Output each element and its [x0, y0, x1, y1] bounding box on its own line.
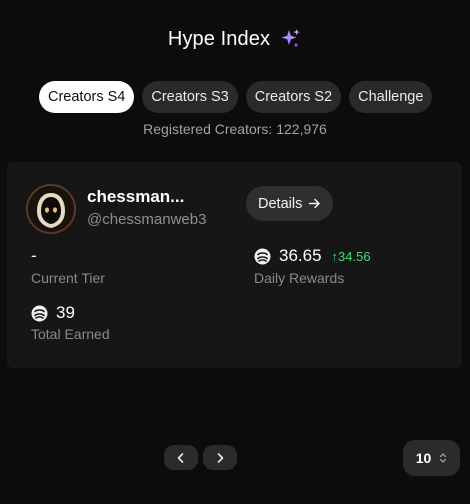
- title-row: Hype Index: [0, 27, 470, 51]
- creator-card: chessman... @chessmanweb3 Details - Curr…: [7, 162, 462, 368]
- per-page-value: 10: [415, 450, 432, 466]
- avatar: [26, 184, 76, 234]
- per-page-select[interactable]: 10: [403, 440, 460, 476]
- daily-rewards: 36.65 ↑34.56: [254, 246, 371, 266]
- chevron-up-down-icon: [440, 453, 447, 463]
- creator-handle: @chessmanweb3: [87, 211, 207, 228]
- daily-rewards-label: Daily Rewards: [254, 270, 345, 286]
- tab-creators-s4[interactable]: Creators S4: [39, 81, 135, 113]
- total-earned-label: Total Earned: [31, 326, 110, 342]
- hooded-figure-icon: [28, 186, 74, 232]
- tab-challenge[interactable]: Challenge: [349, 81, 433, 113]
- chevron-right-icon: [217, 452, 224, 463]
- total-earned: 39: [31, 303, 75, 323]
- prev-page-button[interactable]: [164, 445, 198, 470]
- coin-icon: [254, 248, 271, 264]
- page-title: Hype Index: [167, 27, 271, 50]
- registered-creators-count: Registered Creators: 122,976: [143, 121, 327, 137]
- current-tier-label: Current Tier: [31, 270, 105, 286]
- pagination: [164, 445, 237, 470]
- creator-name: chessman...: [87, 187, 185, 206]
- season-tabs: Creators S4 Creators S3 Creators S2 Chal…: [39, 81, 433, 113]
- tab-creators-s3[interactable]: Creators S3: [142, 81, 238, 113]
- daily-rewards-delta: ↑34.56: [331, 248, 371, 264]
- details-button-label: Details: [258, 195, 303, 212]
- current-tier-value: -: [31, 246, 37, 265]
- daily-rewards-value: 36.65: [279, 246, 322, 265]
- coin-icon: [31, 305, 48, 321]
- chevron-left-icon: [177, 452, 184, 463]
- total-earned-value: 39: [56, 303, 75, 322]
- hype-index-page: Hype Index Creators S4 Creators S3 Creat…: [0, 0, 470, 504]
- sparkles-icon: [281, 29, 300, 48]
- details-button[interactable]: Details: [246, 186, 334, 221]
- arrow-right-icon: [309, 198, 321, 209]
- tab-creators-s2[interactable]: Creators S2: [245, 81, 342, 113]
- next-page-button[interactable]: [203, 445, 237, 470]
